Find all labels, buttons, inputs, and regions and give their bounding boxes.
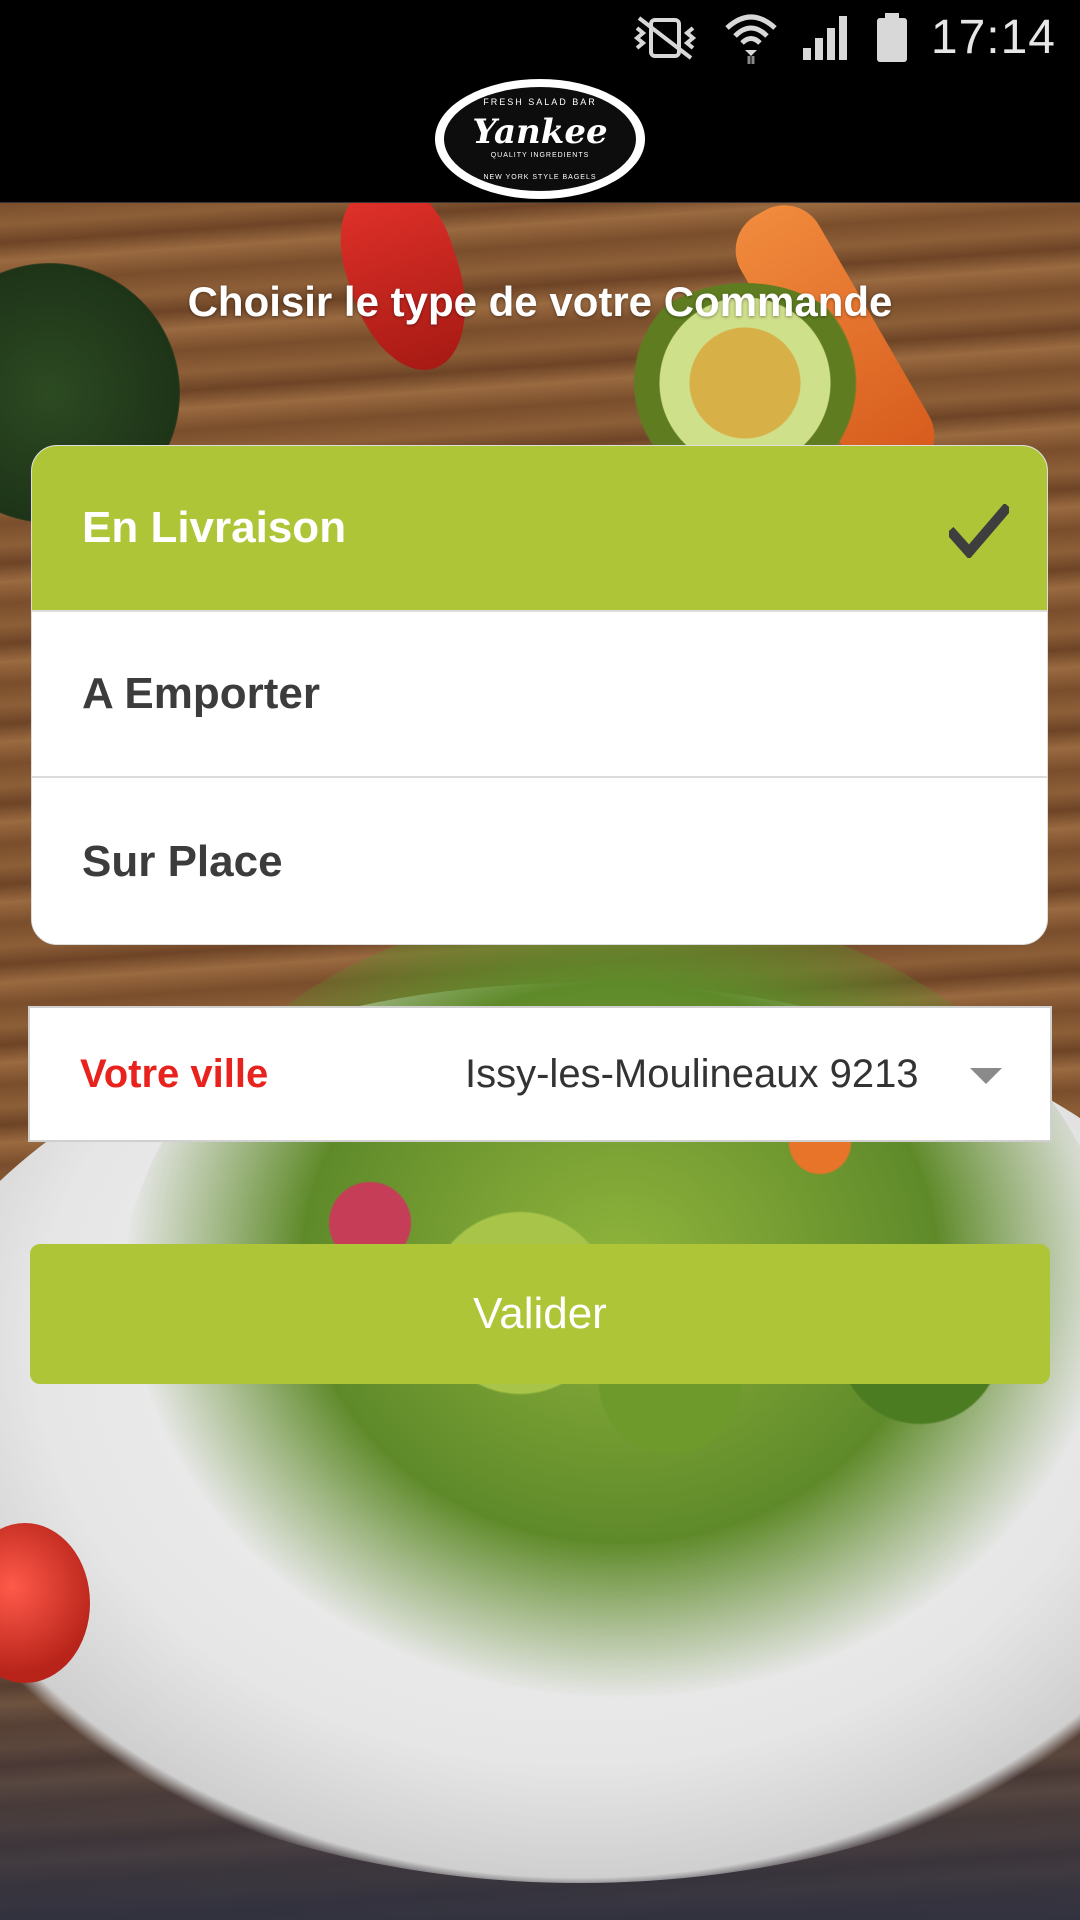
app-header: FRESH SALAD BAR Yankee QUALITY INGREDIEN… xyxy=(0,75,1080,203)
page-title: Choisir le type de votre Commande xyxy=(187,278,893,325)
vibrate-mute-icon xyxy=(633,15,696,60)
city-label: Votre ville xyxy=(80,1051,269,1096)
validate-button[interactable]: Valider xyxy=(30,1244,1050,1384)
order-option-label: En Livraison xyxy=(82,503,347,552)
order-option-label: A Emporter xyxy=(82,669,320,718)
logo-bottom-text: NEW YORK STYLE BAGELS xyxy=(483,173,597,181)
logo-sub-text: QUALITY INGREDIENTS xyxy=(490,152,590,159)
yankee-logo: FRESH SALAD BAR Yankee QUALITY INGREDIEN… xyxy=(435,78,645,199)
status-time: 17:14 xyxy=(930,11,1056,64)
battery-icon xyxy=(876,12,907,62)
order-type-list: En Livraison A Emporter Sur Place xyxy=(31,445,1048,945)
dropdown-arrow-icon xyxy=(970,1068,1002,1084)
order-option-label: Sur Place xyxy=(82,837,283,886)
city-value: Issy-les-Moulineaux 9213 xyxy=(465,1051,919,1096)
order-option-emporter[interactable]: A Emporter xyxy=(32,612,1047,778)
logo-name: Yankee xyxy=(472,112,608,152)
logo-top-text: FRESH SALAD BAR xyxy=(483,96,597,107)
order-option-sur-place[interactable]: Sur Place xyxy=(32,778,1047,944)
signal-icon xyxy=(802,15,847,60)
checkmark-icon xyxy=(949,504,1009,558)
status-bar: 17:14 xyxy=(0,0,1080,75)
wifi-icon xyxy=(725,14,777,64)
city-select[interactable]: Votre ville Issy-les-Moulineaux 9213 xyxy=(28,1006,1052,1142)
order-option-livraison[interactable]: En Livraison xyxy=(32,446,1047,612)
